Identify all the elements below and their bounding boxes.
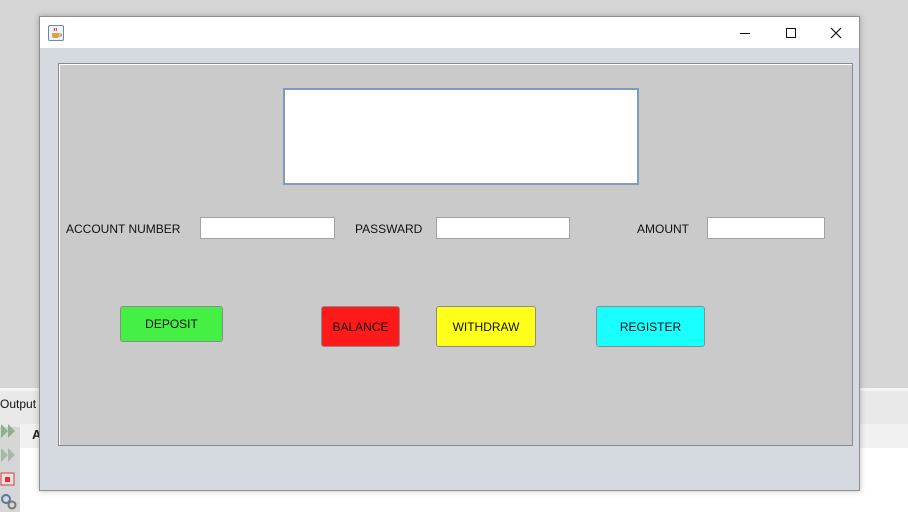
- output-display-area[interactable]: [283, 88, 639, 185]
- form-panel: ACCOUNT NUMBER PASSWARD AMOUNT DEPOSIT B…: [58, 63, 853, 446]
- password-label: PASSWARD: [355, 222, 423, 236]
- ide-output-tab[interactable]: Output: [0, 397, 36, 411]
- maximize-icon: [786, 27, 796, 38]
- minimize-button[interactable]: [722, 17, 768, 48]
- account-number-label: ACCOUNT NUMBER: [66, 222, 181, 236]
- password-field[interactable]: [436, 217, 570, 239]
- bank-app-window: ACCOUNT NUMBER PASSWARD AMOUNT DEPOSIT B…: [39, 16, 860, 491]
- maximize-button[interactable]: [768, 17, 814, 48]
- close-icon: [830, 27, 842, 38]
- title-bar: [40, 17, 859, 48]
- amount-field[interactable]: [707, 217, 825, 239]
- withdraw-button[interactable]: WITHDRAW: [436, 306, 536, 347]
- amount-label: AMOUNT: [637, 222, 689, 236]
- java-cup-icon: [48, 25, 64, 41]
- rerun-with-options-icon[interactable]: [0, 446, 18, 464]
- settings-gears-icon[interactable]: [0, 492, 18, 510]
- deposit-button[interactable]: DEPOSIT: [120, 306, 223, 342]
- stop-icon[interactable]: [0, 470, 18, 488]
- close-button[interactable]: [813, 17, 859, 48]
- register-button[interactable]: REGISTER: [596, 306, 705, 347]
- minimize-icon: [740, 32, 750, 34]
- account-number-field[interactable]: [200, 217, 335, 239]
- rerun-icon[interactable]: [0, 422, 18, 440]
- balance-button[interactable]: BALANCE: [321, 306, 400, 347]
